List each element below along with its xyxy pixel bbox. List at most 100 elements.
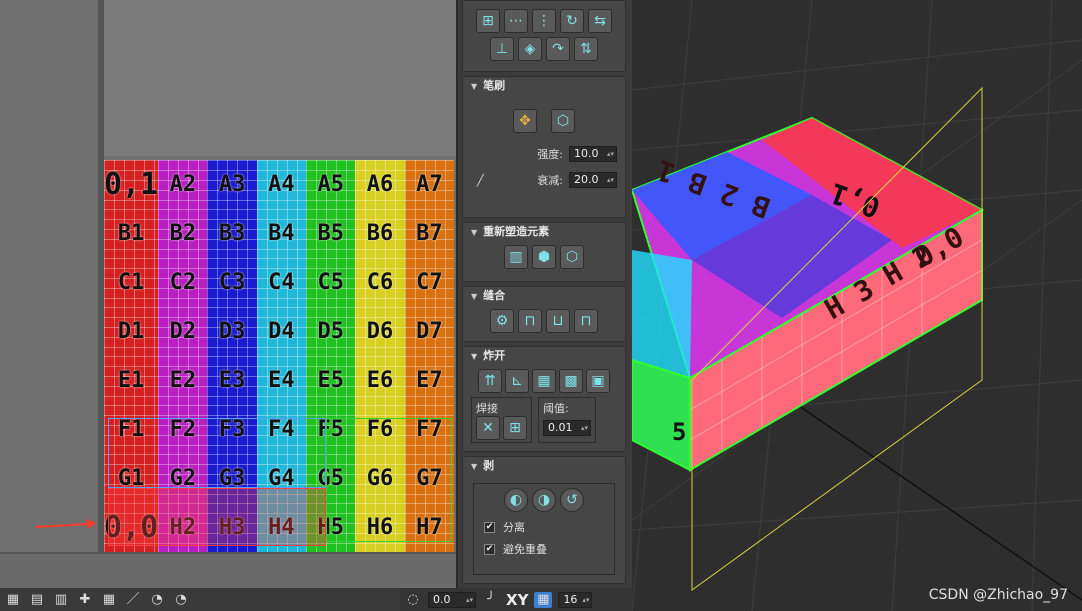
stitch-average-icon[interactable]: ⊔ <box>546 309 570 333</box>
explode-title: 炸开 <box>483 349 506 362</box>
explode-checker-icon[interactable]: ▩ <box>559 369 583 393</box>
explode-by-smoothing-icon[interactable]: ⊾ <box>505 369 529 393</box>
stitch-rollout-header[interactable]: ▼ 缝合 <box>463 287 625 305</box>
rotate-cw-icon[interactable]: ↷ <box>546 37 570 61</box>
uv-cell: E7 <box>404 356 454 405</box>
uv-toolbar-bottom: ▦ ▤ ▥ ✚ ▦ ／ ◔ ◔ <box>0 588 456 611</box>
peel-mode-icon[interactable]: ◑ <box>532 488 556 512</box>
uv-cell: B2 <box>158 209 208 258</box>
rotate-value-field[interactable]: 0.0 <box>428 591 476 608</box>
uv-cell: A7 <box>404 160 454 209</box>
select-vertex-icon[interactable]: ▦ <box>4 592 22 608</box>
weld-selected-icon[interactable]: ✕ <box>476 416 500 440</box>
threshold-label: 阈值: <box>543 402 569 415</box>
threshold-spinner[interactable]: 0.01 <box>543 420 591 436</box>
stitch-to-target-icon[interactable]: ⊓ <box>574 309 598 333</box>
align-vertical-icon[interactable]: ⊥ <box>490 37 514 61</box>
space-vertical-icon[interactable]: ⋮ <box>532 9 556 33</box>
brush-icon[interactable]: ／ <box>124 592 142 608</box>
straighten-selection-icon[interactable]: ▥ <box>504 245 528 269</box>
uv-editor-pane[interactable]: 0,1 A2 A3 A4 A5 A6 A7 B1 B2 B3 B4 B5 B6 B7 C1 C2 C3 C4 C5 C… <box>0 0 456 588</box>
viewport-scene: 0,0 H 3 H 2 0,1 B 2 B 1 5 <box>632 0 1082 611</box>
grid-snap-icon[interactable]: ▦ <box>534 591 553 608</box>
paint-pinch-icon[interactable]: ⬡ <box>551 109 575 133</box>
uv-cell: B4 <box>256 209 307 258</box>
align-rollout: ⊞ ⋯ ⋮ ↻ ⇆ ⊥ ◈ ↷ ⇅ <box>462 0 626 72</box>
uv-cell: D3 <box>207 307 257 356</box>
uv-cell: A5 <box>306 160 356 209</box>
peel-rollout-header[interactable]: ▼ 剥 <box>463 457 625 475</box>
peel-group: ◐ ◑ ↺ ✔ 分离 ✔ 避免重叠 <box>473 483 615 575</box>
box-left-face <box>632 358 691 472</box>
align-icon[interactable]: ⊞ <box>476 9 500 33</box>
paint-deselect-icon[interactable]: ◔ <box>172 592 190 608</box>
falloff-spinner[interactable]: 20.0 <box>569 172 617 188</box>
grow-selection-icon[interactable]: ✚ <box>76 592 94 608</box>
break-icon[interactable]: ⇈ <box>478 369 502 393</box>
explode-to-islands-icon[interactable]: ▣ <box>586 369 610 393</box>
reshape-rollout-header[interactable]: ▼ 重新塑造元素 <box>463 223 625 241</box>
reset-peel-icon[interactable]: ↺ <box>560 488 584 512</box>
stitch-to-source-icon[interactable]: ⊓ <box>518 309 542 333</box>
rotate-gizmo-icon[interactable]: ◌ <box>404 592 422 608</box>
perspective-viewport[interactable]: 0,0 H 3 H 2 0,1 B 2 B 1 5 CSDN @Zhichao_… <box>632 0 1082 611</box>
curve-icon[interactable]: ╯ <box>482 592 500 608</box>
uv-cell: E2 <box>158 356 208 405</box>
watermark-text: CSDN @Zhichao_97 <box>928 587 1068 603</box>
paint-relax-icon[interactable]: ✥ <box>513 109 537 133</box>
explode-rollout: ▼ 炸开 ⇈ ⊾ ▦ ▩ ▣ 焊接 ✕ ⊞ 阈值: 0.01 <box>462 346 626 452</box>
label-five-3d: 5 <box>672 418 686 446</box>
uv-cell: B1 <box>104 209 159 258</box>
relax-icon[interactable]: ⬢ <box>532 245 556 269</box>
stitch-title: 缝合 <box>483 289 506 302</box>
uv-cell: C3 <box>207 258 257 307</box>
detach-checkbox[interactable]: ✔ <box>484 521 495 533</box>
straighten-icon[interactable]: ◈ <box>518 37 542 61</box>
falloff-label: 衰减: <box>537 174 563 187</box>
flip-vertical-icon[interactable]: ⇅ <box>574 37 598 61</box>
uv-cell: B3 <box>207 209 257 258</box>
relax-settings-icon[interactable]: ⬡ <box>560 245 584 269</box>
uv-cell: E4 <box>256 356 307 405</box>
uv-cell: A3 <box>207 160 257 209</box>
detach-label: 分离 <box>503 521 525 534</box>
uv-cell: E5 <box>306 356 356 405</box>
grid-value-field[interactable]: 16 <box>558 591 593 608</box>
annotation-arrow <box>36 519 96 529</box>
flip-icon[interactable]: ⇆ <box>588 9 612 33</box>
paint-select-icon[interactable]: ◔ <box>148 592 166 608</box>
shrink-selection-icon[interactable]: ▦ <box>100 592 118 608</box>
uv-cell: A6 <box>355 160 405 209</box>
peel-rollout: ▼ 剥 ◐ ◑ ↺ ✔ 分离 ✔ 避免重叠 <box>462 456 626 584</box>
weld-label: 焊接 <box>476 402 498 415</box>
stitch-rollout: ▼ 缝合 ⚙ ⊓ ⊔ ⊓ <box>462 286 626 342</box>
rotate-icon[interactable]: ↻ <box>560 9 584 33</box>
uv-cell: C5 <box>306 258 356 307</box>
uv-cell: A4 <box>256 160 307 209</box>
avoid-overlap-checkbox[interactable]: ✔ <box>484 543 495 555</box>
select-face-icon[interactable]: ▥ <box>52 592 70 608</box>
uv-cell: D7 <box>404 307 454 356</box>
box-top-cyan-band <box>632 250 692 378</box>
explode-by-material-icon[interactable]: ▦ <box>532 369 556 393</box>
strength-spinner[interactable]: 10.0 <box>569 146 617 162</box>
uv-cell: C1 <box>104 258 159 307</box>
select-edge-icon[interactable]: ▤ <box>28 592 46 608</box>
weld-target-icon[interactable]: ⊞ <box>503 416 527 440</box>
strength-label: 强度: <box>537 148 563 161</box>
avoid-overlap-label: 避免重叠 <box>503 543 547 556</box>
axis-label[interactable]: XY <box>506 591 528 609</box>
uv-editor-bottom-strip <box>0 552 456 588</box>
brush-rollout-header[interactable]: ▼ 笔刷 <box>463 77 625 95</box>
uv-cell: A2 <box>158 160 208 209</box>
stitch-custom-icon[interactable]: ⚙ <box>490 309 514 333</box>
explode-rollout-header[interactable]: ▼ 炸开 <box>463 347 625 365</box>
uv-canvas-background <box>104 0 456 156</box>
uv-cell: E6 <box>355 356 405 405</box>
space-horizontal-icon[interactable]: ⋯ <box>504 9 528 33</box>
uv-cell: E3 <box>207 356 257 405</box>
weld-group: 焊接 ✕ ⊞ <box>471 397 532 443</box>
reshape-rollout: ▼ 重新塑造元素 ▥ ⬢ ⬡ <box>462 222 626 282</box>
quick-peel-icon[interactable]: ◐ <box>504 488 528 512</box>
brush-title: 笔刷 <box>483 79 506 92</box>
